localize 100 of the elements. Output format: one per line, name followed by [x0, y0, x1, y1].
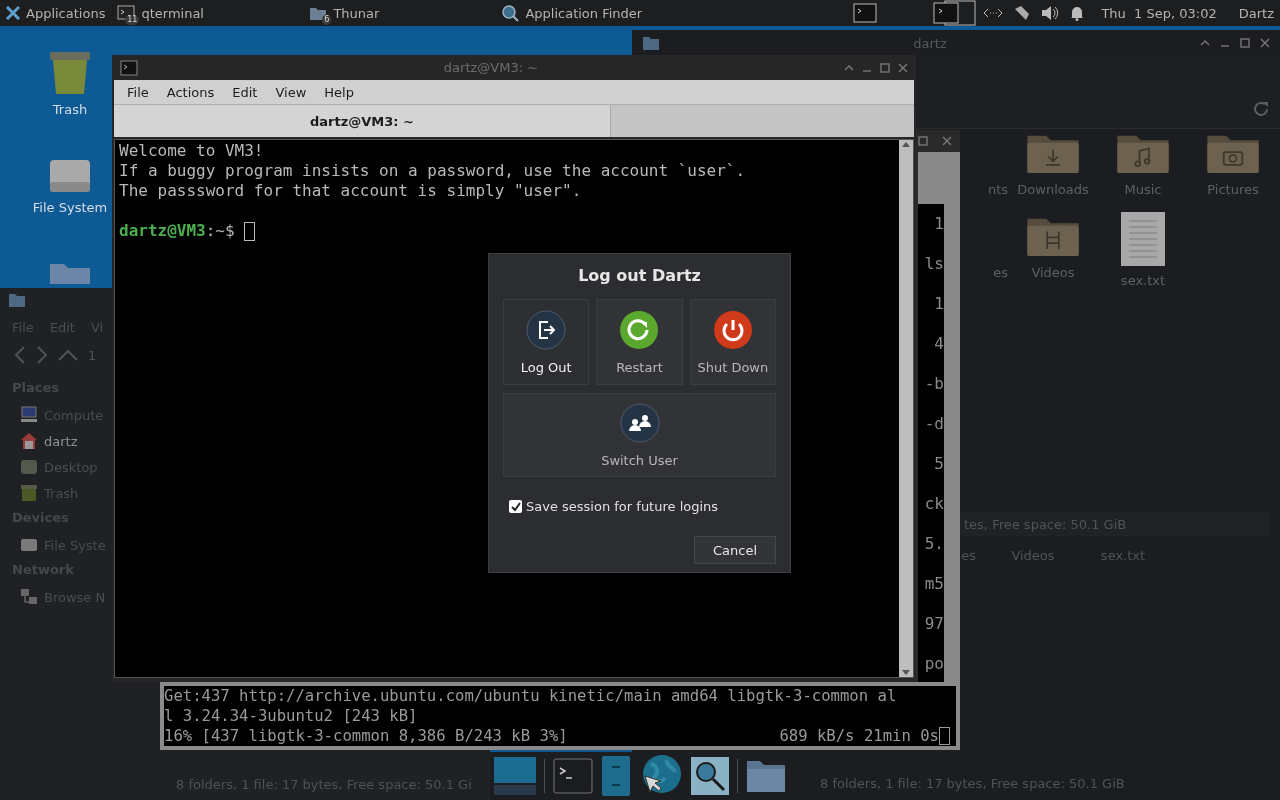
- cursor: [244, 221, 256, 241]
- folder-icon[interactable]: [746, 759, 786, 793]
- window-title: dartz: [912, 35, 948, 51]
- file-name[interactable]: Pictures: [1207, 182, 1259, 197]
- menu-item[interactable]: File: [118, 84, 158, 100]
- workspace-switcher-icon[interactable]: [933, 0, 978, 26]
- drive-icon[interactable]: [48, 158, 92, 194]
- menu-item[interactable]: View: [266, 84, 316, 100]
- terminal-text: 4: [934, 333, 944, 355]
- terminal-text: -d: [924, 413, 944, 435]
- terminal-text: 97: [924, 613, 944, 635]
- menu-item[interactable]: Edit: [223, 84, 267, 100]
- window-count-badge: 11: [125, 15, 140, 25]
- taskbar-button[interactable]: 6 Thunar: [303, 0, 496, 26]
- volume-icon[interactable]: [1041, 5, 1060, 21]
- folder-icon: [8, 292, 26, 308]
- home-icon: [20, 432, 38, 450]
- search-icon[interactable]: [691, 757, 729, 795]
- cancel-button[interactable]: Cancel: [694, 536, 776, 564]
- shade-icon[interactable]: [1200, 38, 1210, 48]
- user-name[interactable]: Dartz: [1238, 5, 1274, 21]
- menu-item[interactable]: Actions: [157, 84, 224, 100]
- terminal-tab[interactable]: dartz@VM3: ~: [114, 105, 611, 137]
- cursor: [939, 727, 950, 745]
- forward-icon[interactable]: [36, 346, 48, 364]
- menu-item[interactable]: Help: [315, 84, 363, 100]
- file-name[interactable]: Videos: [1031, 265, 1075, 280]
- close-icon[interactable]: [1260, 38, 1270, 48]
- terminal-text: m5: [924, 573, 944, 595]
- sidebar-item[interactable]: dartz: [0, 428, 110, 454]
- file-name[interactable]: nts: [987, 182, 1008, 197]
- desktop-icon-label: Trash: [52, 102, 88, 117]
- file-name[interactable]: Music: [1124, 182, 1162, 197]
- computer-icon: [20, 406, 38, 424]
- terminal-line: If a buggy program insists on a password, use the account `user`.: [119, 161, 746, 181]
- drive-icon: [20, 536, 38, 554]
- file-name[interactable]: Downloads: [1017, 182, 1089, 197]
- restart-button[interactable]: Restart: [596, 299, 683, 385]
- reload-icon[interactable]: [1252, 100, 1270, 118]
- terminal-icon[interactable]: [553, 758, 593, 794]
- terminal-line: Welcome to VM3!: [119, 141, 264, 161]
- terminal-text: -b: [924, 373, 944, 395]
- file-name[interactable]: es: [993, 265, 1008, 280]
- terminal-icon: [117, 4, 136, 22]
- text-file-icon[interactable]: [1119, 211, 1167, 267]
- taskbar-button[interactable]: 11 qterminal: [111, 0, 304, 26]
- terminal-line: l 3.24.34-3ubuntu2 [243 kB]: [164, 706, 418, 726]
- taskbar-button[interactable]: Application Finder: [495, 0, 688, 26]
- terminal-prompt: dartz@VM3:~$: [119, 221, 235, 241]
- show-desktop-icon[interactable]: [494, 755, 536, 797]
- up-icon[interactable]: [58, 349, 78, 361]
- users-icon: [619, 402, 660, 443]
- terminal-text: po: [924, 653, 944, 675]
- window-count-badge: 6: [322, 15, 332, 25]
- desktop-icon-label: File System: [32, 200, 108, 215]
- terminal-text: 1: [934, 213, 944, 235]
- maximize-icon[interactable]: [918, 136, 928, 146]
- dialog-title: Log out Dartz: [577, 266, 702, 285]
- logout-icon: [526, 309, 567, 350]
- switch-button[interactable]: Switch User: [503, 393, 776, 477]
- folder-icon: [642, 35, 660, 51]
- back-icon[interactable]: [14, 346, 26, 364]
- folder-icon[interactable]: [48, 262, 92, 284]
- shutdown-button[interactable]: Shut Down: [689, 299, 776, 385]
- scroll-up-icon[interactable]: [901, 140, 911, 148]
- maximize-icon[interactable]: [880, 62, 890, 73]
- applications-menu[interactable]: Applications: [0, 0, 112, 26]
- desktop-icon: [20, 458, 38, 476]
- network-icon: [20, 588, 38, 606]
- power-icon: [712, 309, 753, 350]
- close-icon[interactable]: [942, 136, 952, 146]
- terminal-line: Get:437 http://archive.ubuntu.com/ubuntu kinetic/main amd64 libgtk-3-common al: [164, 686, 897, 706]
- maximize-icon[interactable]: [1240, 38, 1250, 48]
- xfce-logo-icon: [6, 6, 20, 20]
- terminal-line: 689 kB/s 21min 0s: [779, 726, 939, 746]
- checkbox-label: Save session for future logins: [526, 499, 719, 514]
- file-name[interactable]: sex.txt: [1120, 273, 1166, 288]
- trash-icon[interactable]: [48, 50, 92, 96]
- clock[interactable]: Thu 1 Sep, 03:02: [1101, 5, 1217, 21]
- bell-icon[interactable]: [1069, 5, 1086, 21]
- terminal-text: 5.: [924, 533, 944, 555]
- restart-icon: [619, 309, 660, 350]
- network-icon[interactable]: [983, 7, 1004, 19]
- terminal-line: The passsword for that account is simply "user".: [119, 181, 582, 201]
- terminal-icon: [120, 59, 138, 76]
- terminal-icon[interactable]: [853, 3, 878, 23]
- terminal-text: ck: [924, 493, 944, 515]
- logout-button[interactable]: Log Out: [503, 299, 590, 385]
- checkbox[interactable]: [509, 500, 522, 513]
- terminal-text: 5: [934, 453, 944, 475]
- file-cabinet-icon[interactable]: [601, 755, 631, 797]
- window-title: dartz@VM3: ~: [442, 60, 540, 75]
- search-icon: [501, 4, 520, 22]
- terminal-text: ls: [924, 253, 944, 275]
- close-icon[interactable]: [898, 62, 908, 73]
- sidebar-label: dartz: [44, 433, 78, 449]
- trash-icon: [20, 484, 38, 502]
- scroll-down-icon[interactable]: [901, 669, 911, 677]
- terminal-line: 16% [437 libgtk-3-common 8,386 B/243 kB 3%]: [164, 726, 568, 746]
- terminal-text: 1: [934, 293, 944, 315]
